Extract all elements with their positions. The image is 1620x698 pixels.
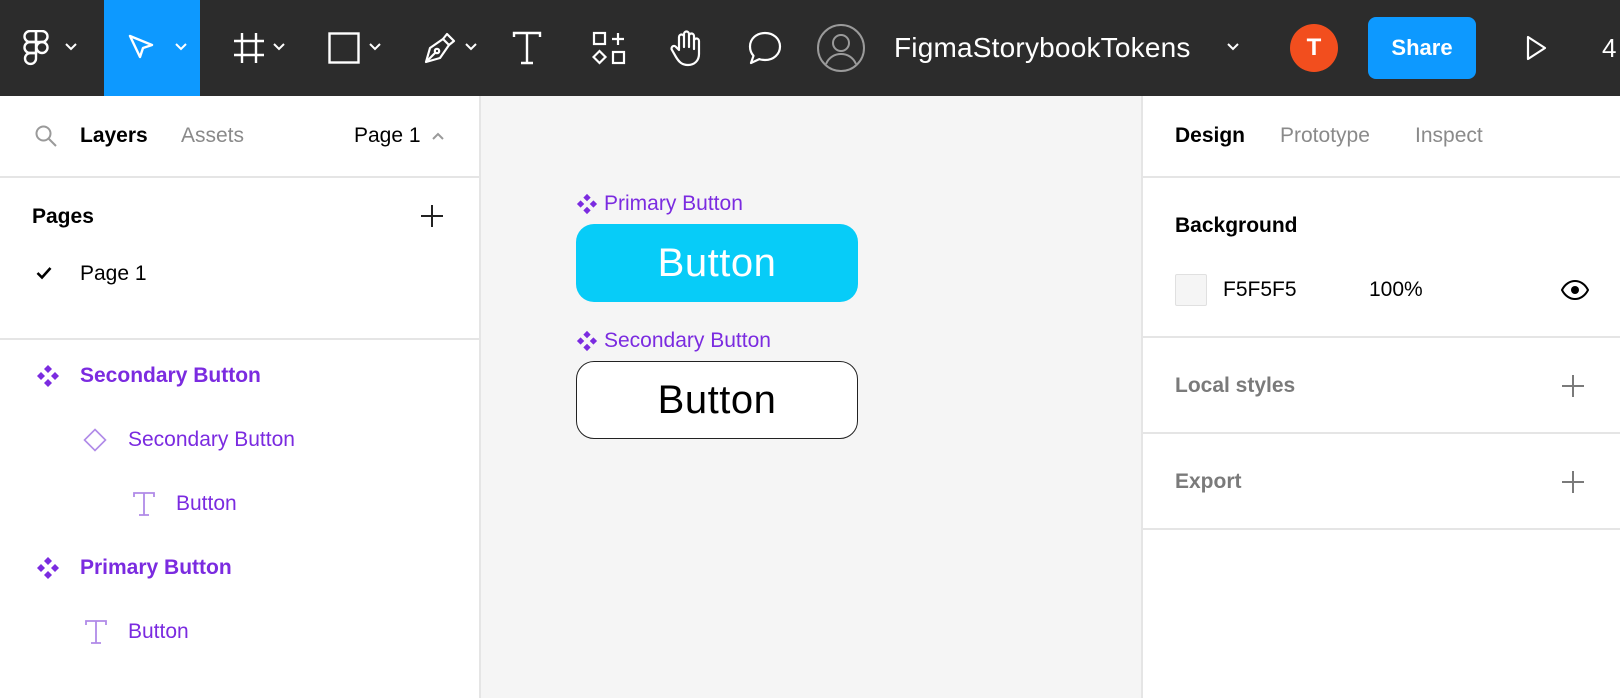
check-icon [36, 267, 52, 280]
text-tool-button[interactable] [506, 0, 548, 96]
component-set-icon [36, 556, 60, 580]
add-page-icon[interactable] [420, 204, 444, 228]
left-panel-header: Layers Assets Page 1 [0, 96, 479, 178]
background-title: Background [1175, 214, 1298, 237]
secondary-button-text: Button [657, 377, 777, 422]
secondary-component-label[interactable]: Secondary Button [576, 329, 771, 353]
shape-tool-button[interactable] [316, 0, 392, 96]
user-icon [817, 24, 865, 72]
comment-icon [748, 31, 782, 65]
export-title: Export [1175, 470, 1242, 493]
hand-tool-button[interactable] [666, 0, 708, 96]
avatar[interactable]: T [1290, 24, 1338, 72]
resources-button[interactable] [588, 0, 630, 96]
top-toolbar: FigmaStorybookTokens T Share 4 [0, 0, 1620, 96]
text-layer-icon [84, 620, 108, 644]
comment-tool-button[interactable] [744, 0, 786, 96]
export-section: Export [1143, 434, 1620, 530]
layer-row[interactable]: Secondary Button [0, 344, 479, 408]
text-tool-icon [512, 31, 542, 65]
background-hex[interactable]: F5F5F5 [1223, 274, 1297, 306]
page-selector[interactable]: Page 1 [354, 96, 445, 176]
chevron-down-icon [465, 43, 477, 51]
page-selector-label: Page 1 [354, 124, 421, 147]
file-menu-chevron-icon[interactable] [1226, 42, 1240, 52]
rectangle-tool-icon [328, 32, 360, 64]
share-button[interactable]: Share [1368, 17, 1476, 79]
frame-tool-icon [234, 33, 264, 63]
text-layer-icon [132, 492, 156, 516]
tab-prototype[interactable]: Prototype [1280, 96, 1370, 176]
pen-tool-icon [424, 32, 456, 64]
layer-label: Button [176, 492, 237, 515]
avatar-initial: T [1306, 34, 1322, 61]
variant-icon [83, 428, 107, 452]
chevron-down-icon [175, 43, 187, 51]
layer-row[interactable]: Button [0, 472, 479, 536]
layer-label: Secondary Button [128, 428, 295, 451]
figma-logo-icon [23, 30, 49, 66]
secondary-button[interactable]: Button [576, 361, 858, 439]
layer-row[interactable]: Button [0, 600, 479, 664]
main-menu-button[interactable] [0, 0, 100, 96]
primary-component-label-text: Primary Button [604, 192, 743, 215]
tab-assets[interactable]: Assets [181, 96, 244, 176]
background-opacity[interactable]: 100% [1369, 274, 1423, 306]
component-set-icon [36, 364, 60, 388]
resources-icon [592, 31, 626, 65]
local-styles-section: Local styles [1143, 338, 1620, 434]
share-button-label: Share [1391, 35, 1453, 60]
page-item-page-1[interactable]: Page 1 [0, 244, 479, 304]
primary-button-text: Button [657, 240, 777, 285]
tab-design[interactable]: Design [1175, 96, 1245, 176]
add-export-icon[interactable] [1561, 470, 1585, 494]
add-local-style-icon[interactable] [1561, 374, 1585, 398]
layer-row[interactable]: Primary Button [0, 536, 479, 600]
frame-tool-button[interactable] [220, 0, 296, 96]
right-panel: Design Prototype Inspect Background F5F5… [1141, 96, 1620, 698]
chevron-up-icon [431, 132, 444, 140]
background-section: Background [1143, 178, 1620, 338]
chevron-down-icon [369, 43, 381, 51]
background-color-swatch[interactable] [1175, 274, 1207, 306]
move-tool-icon [128, 34, 154, 59]
component-set-icon [576, 193, 598, 215]
canvas[interactable]: Primary Button Button Secondary Button B… [481, 96, 1141, 698]
pages-section: Pages Page 1 [0, 178, 479, 340]
chevron-down-icon [273, 43, 285, 51]
account-button[interactable] [816, 0, 866, 96]
file-name[interactable]: FigmaStorybookTokens [894, 0, 1191, 96]
search-icon[interactable] [34, 124, 58, 148]
layer-label: Secondary Button [80, 364, 261, 387]
chevron-down-icon [65, 43, 77, 51]
right-panel-header: Design Prototype Inspect [1143, 96, 1620, 178]
zoom-level[interactable]: 4 [1602, 0, 1620, 96]
eye-icon[interactable] [1561, 280, 1589, 300]
pen-tool-button[interactable] [412, 0, 488, 96]
tab-layers[interactable]: Layers [80, 96, 148, 176]
zoom-level-text: 4 [1602, 32, 1617, 63]
left-panel: Layers Assets Page 1 Pages Page 1 Second… [0, 96, 481, 698]
primary-button[interactable]: Button [576, 224, 858, 302]
present-button[interactable] [1518, 0, 1554, 96]
page-item-label: Page 1 [80, 262, 147, 285]
local-styles-title: Local styles [1175, 374, 1296, 397]
tab-inspect[interactable]: Inspect [1415, 96, 1483, 176]
secondary-component-label-text: Secondary Button [604, 329, 771, 352]
file-name-text: FigmaStorybookTokens [894, 32, 1191, 63]
present-icon [1526, 35, 1547, 61]
layer-label: Button [128, 620, 189, 643]
move-tool-button[interactable] [104, 0, 200, 96]
primary-component-label[interactable]: Primary Button [576, 192, 743, 216]
component-set-icon [576, 330, 598, 352]
layer-row[interactable]: Secondary Button [0, 408, 479, 472]
hand-tool-icon [670, 30, 701, 67]
layer-label: Primary Button [80, 556, 232, 579]
